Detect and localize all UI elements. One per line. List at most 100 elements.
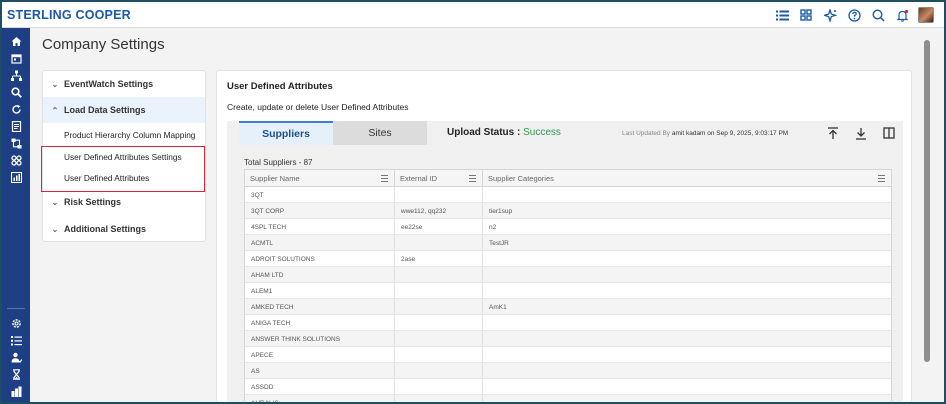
report-icon[interactable] xyxy=(10,171,22,183)
table-row[interactable]: AURALIS xyxy=(245,395,891,402)
cell-supplier-categories[interactable] xyxy=(483,395,891,402)
search-icon[interactable] xyxy=(868,5,888,25)
cell-external-id[interactable] xyxy=(395,187,483,203)
nav-section-risk[interactable]: ⌄ Risk Settings xyxy=(43,189,205,215)
org-icon[interactable] xyxy=(10,69,22,81)
tab-sites[interactable]: Sites xyxy=(333,121,427,145)
refresh-icon[interactable] xyxy=(10,103,22,115)
cell-supplier-categories[interactable] xyxy=(483,251,891,267)
cell-supplier-name[interactable]: AMKED TECH xyxy=(245,299,395,315)
cell-external-id[interactable]: wwe112, qq232 xyxy=(395,203,483,219)
table-row[interactable]: APECE xyxy=(245,347,891,363)
nav-section-load-data[interactable]: ⌃ Load Data Settings xyxy=(43,97,205,123)
cell-external-id[interactable] xyxy=(395,235,483,251)
bell-icon[interactable] xyxy=(892,5,912,25)
cell-supplier-categories[interactable] xyxy=(483,347,891,363)
cell-supplier-categories[interactable] xyxy=(483,379,891,395)
cell-supplier-name[interactable]: ACMTL xyxy=(245,235,395,251)
avatar[interactable] xyxy=(918,7,934,23)
download-icon[interactable] xyxy=(851,123,871,143)
network-icon[interactable] xyxy=(10,137,22,149)
cell-external-id[interactable] xyxy=(395,347,483,363)
table-row[interactable]: 3QT xyxy=(245,187,891,203)
cell-supplier-name[interactable]: ANIGA TECH xyxy=(245,315,395,331)
cell-external-id[interactable] xyxy=(395,363,483,379)
cell-external-id[interactable] xyxy=(395,379,483,395)
column-menu-icon[interactable] xyxy=(469,175,476,182)
cell-supplier-categories[interactable] xyxy=(483,187,891,203)
cell-supplier-categories[interactable]: TestJR xyxy=(483,235,891,251)
table-row[interactable]: ANSWER THINK SOLUTIONS xyxy=(245,331,891,347)
cell-supplier-name[interactable]: 3QT xyxy=(245,187,395,203)
table-row[interactable]: AMKED TECH AmK1 xyxy=(245,299,891,315)
cell-external-id[interactable] xyxy=(395,299,483,315)
nav-section-additional[interactable]: ⌄ Additional Settings xyxy=(43,216,205,242)
cell-external-id[interactable] xyxy=(395,395,483,402)
column-header-supplier-name[interactable]: Supplier Name xyxy=(245,170,395,187)
cell-supplier-name[interactable]: AHAM LTD xyxy=(245,267,395,283)
cell-external-id[interactable] xyxy=(395,315,483,331)
cell-supplier-name[interactable]: ANSWER THINK SOLUTIONS xyxy=(245,331,395,347)
cell-supplier-categories[interactable]: tier1sup xyxy=(483,203,891,219)
cell-supplier-categories[interactable] xyxy=(483,283,891,299)
chart-icon[interactable] xyxy=(10,385,22,397)
table-row[interactable]: ACMTL TestJR xyxy=(245,235,891,251)
cell-external-id[interactable] xyxy=(395,267,483,283)
nav-item-product-hierarchy[interactable]: Product Hierarchy Column Mapping xyxy=(43,125,205,145)
column-header-supplier-categories[interactable]: Supplier Categories xyxy=(483,170,891,187)
home-icon[interactable] xyxy=(10,35,22,47)
column-header-external-id[interactable]: External ID xyxy=(395,170,483,187)
apps-icon[interactable] xyxy=(10,154,22,166)
cell-supplier-categories[interactable] xyxy=(483,267,891,283)
cell-supplier-categories[interactable] xyxy=(483,331,891,347)
table-row[interactable]: ALEM1 xyxy=(245,283,891,299)
help-icon[interactable] xyxy=(844,5,864,25)
table-row[interactable]: ANIGA TECH xyxy=(245,315,891,331)
checklist-icon[interactable] xyxy=(10,334,22,346)
cell-external-id[interactable]: 2ase xyxy=(395,251,483,267)
cell-supplier-categories[interactable]: AmK1 xyxy=(483,299,891,315)
users-icon[interactable] xyxy=(10,351,22,363)
settings-icon[interactable] xyxy=(10,317,22,329)
grid-icon[interactable] xyxy=(796,5,816,25)
search-icon[interactable] xyxy=(10,86,22,98)
table-row[interactable]: ASSDD xyxy=(245,379,891,395)
nav-item-uda-settings[interactable]: User Defined Attributes Settings xyxy=(43,147,205,167)
table-row[interactable]: 4SPL TECH ee22se n2 xyxy=(245,219,891,235)
table-row[interactable]: ADROIT SOLUTIONS 2ase xyxy=(245,251,891,267)
cell-supplier-name[interactable]: ASSDD xyxy=(245,379,395,395)
nav-section-eventwatch[interactable]: ⌄ EventWatch Settings xyxy=(43,71,205,97)
cell-external-id[interactable] xyxy=(395,331,483,347)
hourglass-icon[interactable] xyxy=(10,368,22,380)
cell-supplier-name[interactable]: 3QT CORP xyxy=(245,203,395,219)
page-scrollbar[interactable] xyxy=(924,40,930,362)
cell-supplier-categories[interactable] xyxy=(483,315,891,331)
calendar-icon[interactable] xyxy=(10,52,22,64)
cell-supplier-name[interactable]: ADROIT SOLUTIONS xyxy=(245,251,395,267)
cell-supplier-name[interactable]: AS xyxy=(245,363,395,379)
upload-icon[interactable] xyxy=(823,123,843,143)
list-icon[interactable] xyxy=(772,5,792,25)
cell-external-id[interactable]: ee22se xyxy=(395,219,483,235)
cell-supplier-name[interactable]: AURALIS xyxy=(245,395,395,402)
columns-icon[interactable] xyxy=(879,123,899,143)
cell-supplier-categories[interactable] xyxy=(483,363,891,379)
brand-logo[interactable]: STERLING COOPER xyxy=(7,8,131,22)
column-menu-icon[interactable] xyxy=(878,175,885,182)
tab-suppliers[interactable]: Suppliers xyxy=(239,121,333,145)
table-row[interactable]: AS xyxy=(245,363,891,379)
document-icon[interactable] xyxy=(10,120,22,132)
scrollbar-thumb[interactable] xyxy=(924,40,930,362)
cell-supplier-name[interactable]: APECE xyxy=(245,347,395,363)
cell-external-id[interactable] xyxy=(395,283,483,299)
table-row[interactable]: 3QT CORP wwe112, qq232 tier1sup xyxy=(245,203,891,219)
cell-supplier-name[interactable]: ALEM1 xyxy=(245,283,395,299)
cell-supplier-name[interactable]: 4SPL TECH xyxy=(245,219,395,235)
table-row[interactable]: AHAM LTD xyxy=(245,267,891,283)
cell-supplier-categories[interactable]: n2 xyxy=(483,219,891,235)
column-menu-icon[interactable] xyxy=(381,175,388,182)
last-updated: Last Updated By amit kadam on Sep 9, 202… xyxy=(622,130,788,137)
sparkle-icon[interactable] xyxy=(820,5,840,25)
chevron-down-icon: ⌄ xyxy=(51,224,59,234)
nav-item-uda[interactable]: User Defined Attributes xyxy=(43,168,205,188)
